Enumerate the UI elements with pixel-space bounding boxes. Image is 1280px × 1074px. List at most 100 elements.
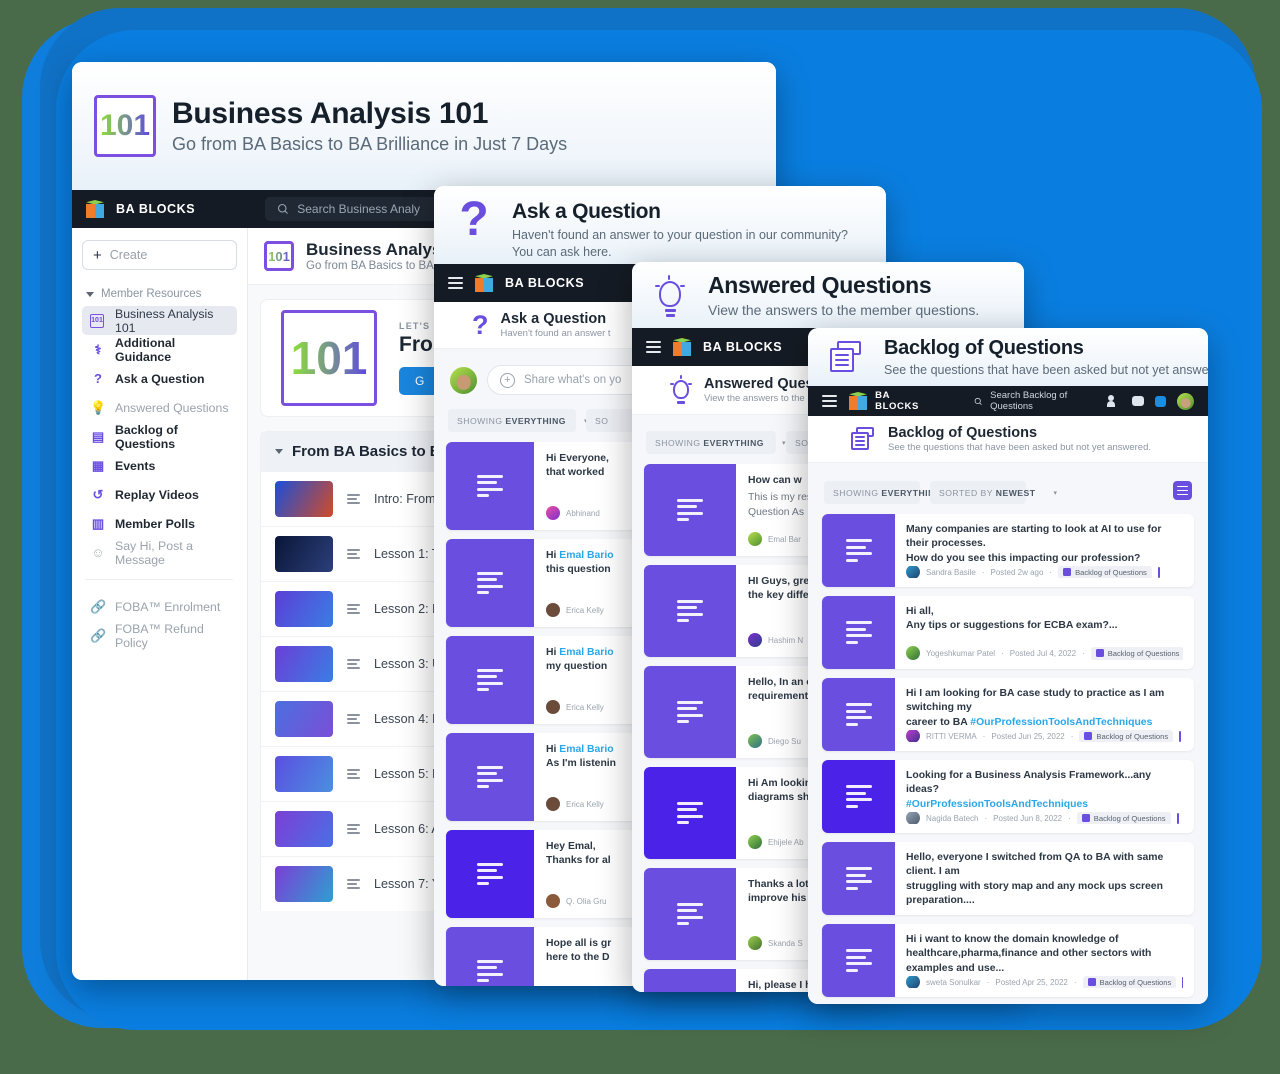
sidebar-item-business-analysis-101[interactable]: 101 Business Analysis 101 bbox=[82, 306, 237, 335]
chip-bar bbox=[1182, 976, 1183, 988]
backlog-title: Backlog of Questions bbox=[884, 337, 1084, 359]
sidebar-item-events[interactable]: ▦ Events bbox=[82, 451, 237, 480]
post-hashtag[interactable]: #OurProfessionToolsAndTechniques bbox=[906, 799, 1088, 810]
sidebar-link-foba-enrolment[interactable]: 🔗 FOBA™ Enrolment bbox=[82, 592, 237, 621]
post-line-1: Looking for a Business Analysis Framewor… bbox=[906, 770, 1152, 796]
branch-icon: ⚕ bbox=[94, 341, 102, 357]
post-line-2: career to BA bbox=[906, 716, 971, 728]
sidebar: + Create Member Resources 101 Business A… bbox=[72, 228, 248, 980]
post-mention[interactable]: Emal Bario bbox=[559, 550, 613, 561]
lesson-thumbnail bbox=[275, 481, 333, 517]
avatar[interactable] bbox=[1177, 392, 1194, 410]
lesson-thumbnail bbox=[275, 646, 333, 682]
post-author: Q. Olia Gru bbox=[566, 896, 607, 906]
hamburger-icon[interactable] bbox=[646, 341, 661, 353]
answered-questions-title: Answered Questions bbox=[708, 272, 932, 299]
category-chip[interactable]: Backlog of Questions bbox=[1090, 646, 1183, 660]
post-line-2: diagrams sh bbox=[748, 792, 810, 804]
sidebar-item-replay-videos[interactable]: ↺ Replay Videos bbox=[82, 480, 237, 509]
sidebar-item-label: Replay Videos bbox=[115, 487, 199, 502]
lesson-type-icon bbox=[347, 823, 360, 835]
bars-icon: ▥ bbox=[91, 515, 105, 531]
category-chip[interactable]: Backlog of Questions bbox=[1076, 812, 1171, 824]
post-author: Abhinand bbox=[566, 508, 600, 518]
lesson-type-icon bbox=[347, 658, 360, 670]
showing-filter[interactable]: SHOWING EVERYTHING ▾ bbox=[646, 431, 785, 454]
backlog-card[interactable]: Hi all, Any tips or suggestions for ECBA… bbox=[822, 596, 1194, 669]
showing-filter[interactable]: SHOWING EVERYTHING ▾ bbox=[448, 409, 587, 432]
question-icon: ? bbox=[459, 193, 489, 246]
hero-logo-icon: 101 bbox=[281, 310, 377, 406]
chip-label: Backlog of Questions bbox=[1096, 731, 1169, 741]
post-thumbnail bbox=[446, 442, 534, 530]
sidebar-item-ask-a-question[interactable]: ? Ask a Question bbox=[82, 364, 237, 393]
post-line-2: healthcare,pharma,finance and other sect… bbox=[906, 948, 1152, 974]
101-icon: 101 bbox=[90, 313, 106, 328]
post-line-1: Many companies are starting to look at A… bbox=[906, 524, 1162, 550]
backlog-card[interactable]: Hello, everyone I switched from QA to BA… bbox=[822, 842, 1194, 915]
sidebar-item-member-polls[interactable]: ▥ Member Polls bbox=[82, 509, 237, 538]
chip-label: Backlog of Questions bbox=[1075, 567, 1147, 577]
showing-label: SHOWING bbox=[655, 437, 701, 448]
post-thumbnail bbox=[644, 969, 736, 992]
chip-bar bbox=[1157, 566, 1161, 578]
list-view-toggle[interactable] bbox=[1173, 481, 1192, 500]
search-icon bbox=[974, 397, 982, 405]
messages-icon[interactable] bbox=[1155, 395, 1166, 407]
backlog-card[interactable]: Hi i want to know the domain knowledge o… bbox=[822, 924, 1194, 997]
backlog-of-questions-panel: Backlog of Questions See the questions t… bbox=[808, 328, 1208, 1004]
backlog-card[interactable]: Hi I am looking for BA case study to pra… bbox=[822, 678, 1194, 751]
calendar-icon: ▦ bbox=[91, 457, 105, 473]
post-line-2: this question bbox=[546, 564, 611, 576]
sidebar-item-additional-guidance[interactable]: ⚕ Additional Guidance bbox=[82, 335, 237, 364]
backlog-card[interactable]: Looking for a Business Analysis Framewor… bbox=[822, 760, 1194, 833]
hamburger-icon[interactable] bbox=[448, 277, 463, 289]
logo-101-text: 101 bbox=[99, 109, 151, 142]
link-icon: 🔗 bbox=[90, 598, 107, 614]
add-person-icon[interactable] bbox=[1107, 394, 1121, 408]
avatar bbox=[748, 835, 762, 849]
category-chip[interactable]: Backlog of Questions bbox=[1079, 730, 1174, 742]
logo-101-icon: 101 bbox=[94, 95, 156, 157]
avatar bbox=[906, 730, 920, 742]
stack-icon bbox=[824, 340, 868, 374]
sidebar-group-member-resources[interactable]: Member Resources bbox=[86, 288, 237, 300]
lesson-thumbnail bbox=[275, 591, 333, 627]
showing-filter[interactable]: SHOWING EVERYTHING ▾ bbox=[824, 481, 963, 504]
post-mention[interactable]: Emal Bario bbox=[559, 647, 613, 658]
category-chip[interactable]: Backlog of Questions bbox=[1058, 566, 1152, 578]
sidebar-link-foba-refund-policy[interactable]: 🔗 FOBA™ Refund Policy bbox=[82, 621, 237, 650]
sorted-filter[interactable]: SORTED BY NEWEST ▾ bbox=[930, 481, 1057, 504]
ask-question-title: Ask a Question bbox=[512, 200, 661, 223]
chat-icon[interactable] bbox=[1132, 396, 1144, 406]
search-input[interactable]: Search Backlog of Questions bbox=[964, 387, 1095, 415]
category-chip[interactable]: Backlog of Questions bbox=[1082, 976, 1177, 988]
showing-value: EVERYTHING bbox=[703, 437, 764, 448]
avatar bbox=[546, 506, 560, 520]
post-author: Nagida Batech bbox=[926, 813, 979, 823]
post-hashtag[interactable]: #OurProfessionToolsAndTechniques bbox=[970, 717, 1152, 728]
sidebar-item-say-hi[interactable]: ☺ Say Hi, Post a Message bbox=[82, 538, 237, 567]
search-icon bbox=[278, 203, 289, 214]
post-meta: sweta Sonulkar · Posted Apr 25, 2022 · Bac… bbox=[906, 976, 1183, 988]
sidebar-item-answered-questions[interactable]: 💡 Answered Questions bbox=[82, 393, 237, 422]
sidebar-item-label: Answered Questions bbox=[115, 400, 229, 415]
avatar bbox=[906, 566, 920, 578]
post-author: Erica Kelly bbox=[566, 799, 604, 809]
create-button[interactable]: + Create bbox=[82, 240, 237, 270]
replay-icon: ↺ bbox=[92, 486, 104, 502]
backlog-card[interactable]: Many companies are starting to look at A… bbox=[822, 514, 1194, 587]
post-author: sweta Sonulkar bbox=[926, 977, 981, 987]
post-mention[interactable]: Emal Bario bbox=[559, 744, 613, 755]
post-text: Looking for a Business Analysis Framewor… bbox=[906, 769, 1183, 812]
post-author: Diego Su bbox=[768, 736, 801, 746]
avatar bbox=[748, 633, 762, 647]
caret-down-icon bbox=[86, 291, 94, 297]
backlog-subtitle: See the questions that have been asked b… bbox=[884, 363, 1208, 377]
sidebar-item-backlog-of-questions[interactable]: ▤ Backlog of Questions bbox=[82, 422, 237, 451]
post-text: Hi I am looking for BA case study to pra… bbox=[906, 687, 1183, 730]
hamburger-icon[interactable] bbox=[822, 395, 837, 407]
lesson-type-icon bbox=[347, 768, 360, 780]
chip-bar bbox=[1179, 730, 1182, 742]
post-thumbnail bbox=[446, 830, 534, 918]
